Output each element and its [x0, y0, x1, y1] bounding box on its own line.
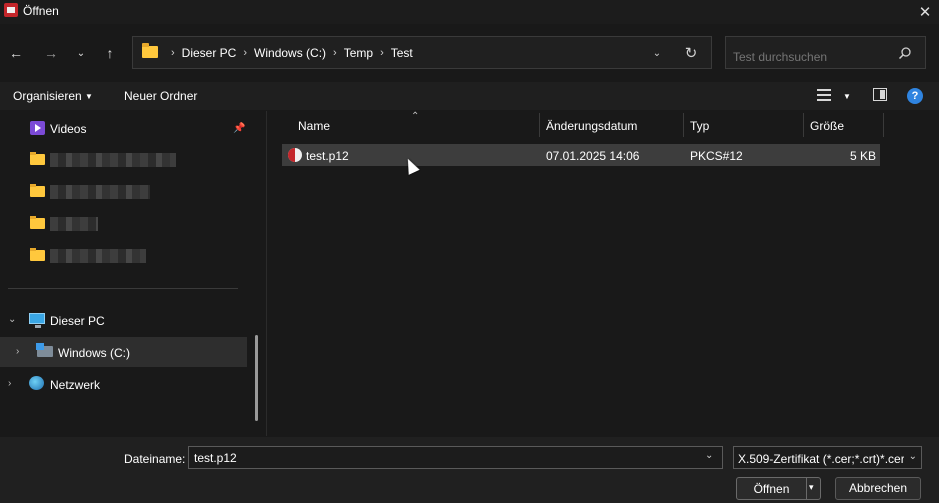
split-divider	[806, 478, 807, 499]
organize-dropdown-icon[interactable]: ▼	[85, 92, 93, 101]
search-icon[interactable]	[898, 46, 912, 60]
sidebar-item-netzwerk[interactable]: › Netzwerk	[0, 369, 247, 399]
breadcrumb-item-dieser-pc[interactable]: Dieser PC	[182, 46, 237, 60]
column-separator[interactable]	[803, 113, 804, 137]
organize-button[interactable]: Organisieren	[13, 89, 82, 103]
sidebar-item-label: Videos	[50, 122, 87, 136]
drive-icon	[36, 343, 53, 357]
sidebar-divider	[8, 288, 238, 289]
column-header-size[interactable]: Größe	[810, 119, 844, 133]
app-icon	[4, 3, 18, 17]
chevron-right-icon[interactable]: ›	[8, 378, 11, 389]
sort-ascending-icon: ⌃	[411, 111, 420, 122]
file-date: 07.01.2025 14:06	[546, 149, 640, 163]
help-icon[interactable]: ?	[907, 88, 923, 104]
filename-input[interactable]	[188, 446, 723, 469]
close-button[interactable]: ✕	[911, 0, 939, 24]
breadcrumb-separator-icon: ›	[171, 47, 175, 59]
filename-label: Dateiname:	[124, 452, 186, 466]
chevron-right-icon[interactable]: ›	[16, 346, 19, 357]
redacted-label	[50, 185, 150, 199]
sidebar-scrollbar[interactable]	[255, 335, 258, 421]
breadcrumb-separator-icon: ›	[243, 47, 248, 59]
sidebar-item-redacted-folder[interactable]	[0, 144, 247, 174]
folder-icon	[30, 184, 45, 197]
open-dropdown-icon[interactable]: ▾	[809, 482, 814, 493]
column-separator[interactable]	[883, 113, 884, 137]
breadcrumb-item-test[interactable]: Test	[391, 46, 413, 60]
breadcrumb-item-temp[interactable]: Temp	[344, 46, 373, 60]
pane-divider[interactable]	[266, 111, 267, 436]
search-input[interactable]	[725, 36, 926, 69]
file-list: ⌃ Name Änderungsdatum Typ Größe test.p12…	[268, 111, 939, 436]
new-folder-button[interactable]: Neuer Ordner	[124, 89, 197, 103]
column-separator[interactable]	[683, 113, 684, 137]
file-type: PKCS#12	[690, 149, 743, 163]
title-bar	[0, 0, 939, 24]
window-title: Öffnen	[23, 4, 59, 18]
redacted-label	[50, 249, 146, 263]
breadcrumb-item-windows-c[interactable]: Windows (C:)	[254, 46, 326, 60]
open-button[interactable]: Öffnen ▾	[736, 477, 821, 500]
folder-icon	[30, 248, 45, 261]
breadcrumb-separator-icon: ›	[333, 47, 337, 59]
sidebar-item-dieser-pc[interactable]: ⌄ Dieser PC	[0, 305, 247, 335]
sidebar-item-windows-c[interactable]: › Windows (C:)	[0, 337, 247, 367]
sidebar-item-redacted-folder[interactable]	[0, 176, 247, 206]
redacted-label	[50, 217, 98, 231]
sidebar-item-videos[interactable]: Videos 📌	[0, 113, 247, 143]
folder-icon	[30, 216, 45, 229]
back-button[interactable]: ←	[5, 43, 27, 63]
file-row[interactable]: test.p12 07.01.2025 14:06 PKCS#12 5 KB	[282, 144, 880, 166]
forward-button[interactable]: →	[40, 43, 62, 63]
file-name: test.p12	[306, 149, 349, 163]
network-icon	[29, 376, 44, 390]
recent-locations-button[interactable]: ⌄	[70, 43, 92, 63]
up-button[interactable]: ↑	[99, 43, 121, 63]
cancel-button[interactable]: Abbrechen	[835, 477, 921, 500]
address-dropdown-button[interactable]: ⌄	[649, 43, 665, 63]
navigation-pane: Videos 📌 ⌄ Dieser PC › Windows (C:) › Ne…	[0, 111, 260, 436]
column-header-date[interactable]: Änderungsdatum	[546, 119, 637, 133]
column-header-type[interactable]: Typ	[690, 119, 709, 133]
redacted-label	[50, 153, 176, 167]
video-icon	[30, 121, 45, 135]
view-dropdown-icon[interactable]: ▼	[843, 92, 851, 101]
preview-pane-icon[interactable]	[873, 88, 887, 101]
column-separator[interactable]	[539, 113, 540, 137]
view-options-icon[interactable]	[817, 89, 831, 101]
pin-icon[interactable]: 📌	[233, 123, 245, 134]
filetype-select[interactable]: X.509-Zertifikat (*.cer;*.crt)*.cer ⌄	[733, 446, 922, 469]
folder-icon	[142, 43, 158, 58]
sidebar-item-label: Dieser PC	[50, 314, 105, 328]
chevron-down-icon[interactable]: ⌄	[909, 451, 917, 462]
filetype-value: X.509-Zertifikat (*.cer;*.crt)*.cer	[738, 452, 904, 466]
pc-icon	[29, 313, 45, 328]
folder-icon	[30, 152, 45, 165]
sidebar-item-label: Netzwerk	[50, 378, 101, 392]
sidebar-item-redacted-folder[interactable]	[0, 208, 247, 238]
sidebar-item-redacted-folder[interactable]	[0, 240, 247, 270]
filename-dropdown-icon[interactable]: ⌄	[705, 450, 713, 461]
file-size: 5 KB	[849, 149, 876, 163]
breadcrumb-separator-icon: ›	[380, 47, 384, 59]
address-bar[interactable]: › Dieser PC › Windows (C:) › Temp › Test…	[132, 36, 712, 69]
sidebar-item-label: Windows (C:)	[58, 346, 131, 360]
open-button-label[interactable]: Öffnen	[737, 482, 806, 496]
certificate-icon	[288, 148, 302, 162]
refresh-button[interactable]: ↻	[680, 43, 702, 63]
column-header-name[interactable]: Name	[298, 119, 330, 133]
chevron-down-icon[interactable]: ⌄	[8, 314, 16, 325]
breadcrumb: › Dieser PC › Windows (C:) › Temp › Test	[164, 46, 413, 60]
